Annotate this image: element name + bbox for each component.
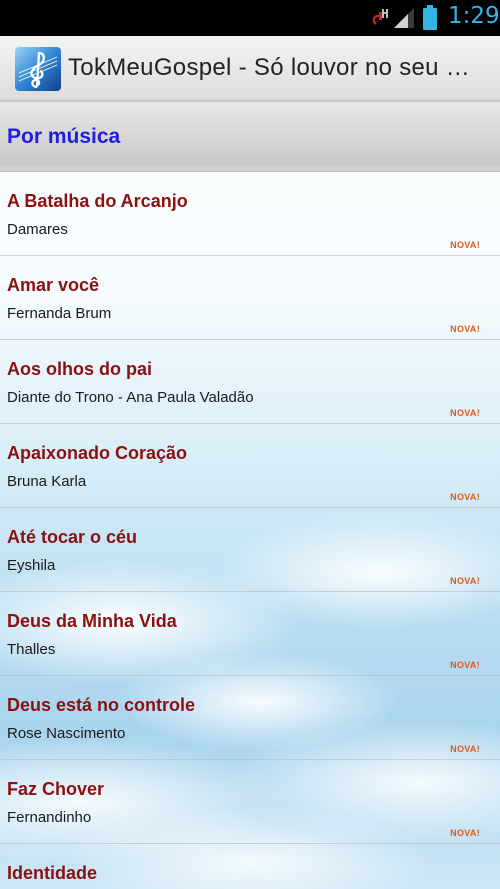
song-artist: Bruna Karla [7,473,87,490]
list-item[interactable]: A Batalha do Arcanjo Damares NOVA! [0,172,500,256]
new-badge: NOVA! [450,240,480,250]
music-clef-icon[interactable] [15,47,61,91]
song-title: Deus está no controle [7,695,196,715]
song-title: Amar você [7,275,100,295]
new-badge: NOVA! [450,828,480,838]
song-title: A Batalha do Arcanjo [7,191,188,211]
list-item[interactable]: Deus da Minha Vida Thalles NOVA! [0,592,500,676]
new-badge: NOVA! [450,576,480,586]
new-badge: NOVA! [450,492,480,502]
signal-icon [394,8,414,28]
song-list-screen: Por música A Batalha do Arcanjo Damares … [0,102,500,889]
battery-icon [423,5,437,30]
status-clock: 1:29 [448,3,500,29]
new-badge: NOVA! [450,744,480,754]
list-item[interactable]: Apaixonado Coração Bruna Karla NOVA! [0,424,500,508]
song-title: Deus da Minha Vida [7,611,177,631]
song-artist: Diante do Trono - Ana Paula Valadão [7,389,254,406]
list-item[interactable]: Aos olhos do pai Diante do Trono - Ana P… [0,340,500,424]
section-title: Por música [7,125,121,148]
song-list: A Batalha do Arcanjo Damares NOVA! Amar … [0,172,500,889]
list-item[interactable]: Faz Chover Fernandinho NOVA! [0,760,500,844]
song-artist: Fernanda Brum [7,305,112,322]
song-title: Aos olhos do pai [7,359,153,379]
section-header: Por música [0,102,500,172]
list-item[interactable]: Amar você Fernanda Brum NOVA! [0,256,500,340]
usb-debug-icon [372,9,388,25]
list-item[interactable]: Até tocar o céu Eyshila NOVA! [0,508,500,592]
song-artist: Damares [7,221,68,238]
song-title: Apaixonado Coração [7,443,188,463]
song-artist: Rose Nascimento [7,725,126,742]
song-title: Identidade [7,863,98,883]
list-item[interactable]: Identidade [0,844,500,889]
new-badge: NOVA! [450,408,480,418]
song-artist: Eyshila [7,557,56,574]
song-title: Até tocar o céu [7,527,138,547]
song-artist: Thalles [7,641,56,658]
new-badge: NOVA! [450,660,480,670]
status-bar: 1:29 [0,0,500,36]
list-item[interactable]: Deus está no controle Rose Nascimento NO… [0,676,500,760]
app-title: TokMeuGospel - Só louvor no seu … [68,54,471,81]
new-badge: NOVA! [450,324,480,334]
action-bar: TokMeuGospel - Só louvor no seu … [0,36,500,102]
song-artist: Fernandinho [7,809,92,826]
song-title: Faz Chover [7,779,105,799]
